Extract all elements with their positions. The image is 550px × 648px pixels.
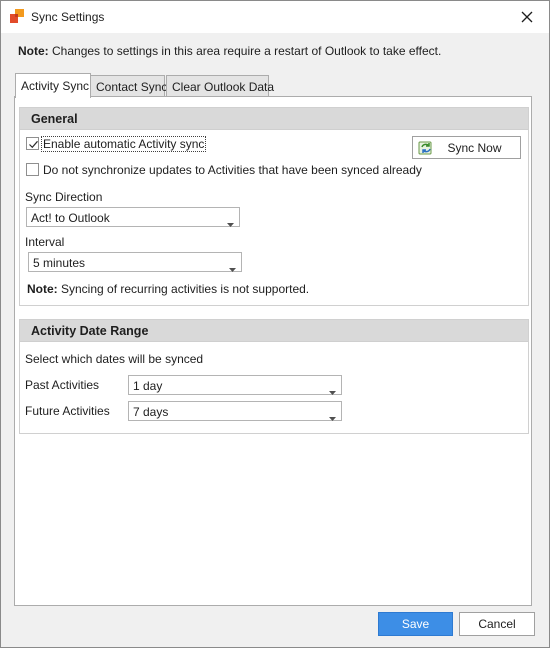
tab-contact-sync[interactable]: Contact Sync [90,75,167,97]
save-button[interactable]: Save [378,612,453,636]
chevron-down-icon [329,384,336,398]
date-range-group-header: Activity Date Range [20,320,528,342]
restart-note-bold: Note: [18,44,49,58]
recurring-note-bold: Note: [27,282,58,296]
activity-date-range-group: Activity Date Range Select which dates w… [19,319,529,434]
restart-note-text: Changes to settings in this area require… [48,44,442,58]
future-activities-value: 7 days [133,405,169,419]
past-activities-value: 1 day [133,379,163,393]
app-logo-icon [10,9,26,25]
sync-settings-dialog: Sync Settings Note: Changes to settings … [0,0,550,648]
enable-activity-sync-checkbox[interactable] [26,137,39,150]
interval-label: Interval [25,235,65,249]
date-range-description: Select which dates will be synced [25,352,204,366]
restart-note: Note: Changes to settings in this area r… [18,44,441,58]
chevron-down-icon [227,216,234,230]
sync-direction-select[interactable]: Act! to Outlook [26,207,240,227]
tab-clear-outlook-data[interactable]: Clear Outlook Data [166,75,274,97]
past-activities-select[interactable]: 1 day [128,375,342,395]
activity-sync-panel: General Enable automatic Activity sync D… [14,96,532,606]
recurring-note: Note: Syncing of recurring activities is… [27,282,309,296]
checkmark-icon [29,140,38,149]
general-group-header: General [20,108,528,130]
cancel-button[interactable]: Cancel [459,612,535,636]
close-button[interactable] [513,5,541,29]
enable-activity-sync-label: Enable automatic Activity sync [41,136,207,152]
past-activities-label: Past Activities [25,378,100,392]
window-title: Sync Settings [31,10,105,24]
sync-icon [418,140,434,159]
future-activities-select[interactable]: 7 days [128,401,342,421]
interval-select[interactable]: 5 minutes [28,252,242,272]
sync-now-label: Sync Now [447,140,502,155]
future-activities-label: Future Activities [25,404,110,418]
tab-activity-sync[interactable]: Activity Sync [15,73,91,98]
no-resync-checkbox[interactable] [26,163,39,176]
recurring-note-text: Syncing of recurring activities is not s… [57,282,310,296]
general-group: General Enable automatic Activity sync D… [19,107,529,306]
no-resync-label: Do not synchronize updates to Activities… [43,163,422,177]
sync-direction-label: Sync Direction [25,190,103,204]
close-icon [521,11,533,23]
title-bar: Sync Settings [1,1,549,33]
chevron-down-icon [329,410,336,424]
sync-direction-value: Act! to Outlook [31,211,110,225]
sync-now-button[interactable]: Sync Now [412,136,521,159]
chevron-down-icon [229,261,236,275]
interval-value: 5 minutes [33,256,86,270]
